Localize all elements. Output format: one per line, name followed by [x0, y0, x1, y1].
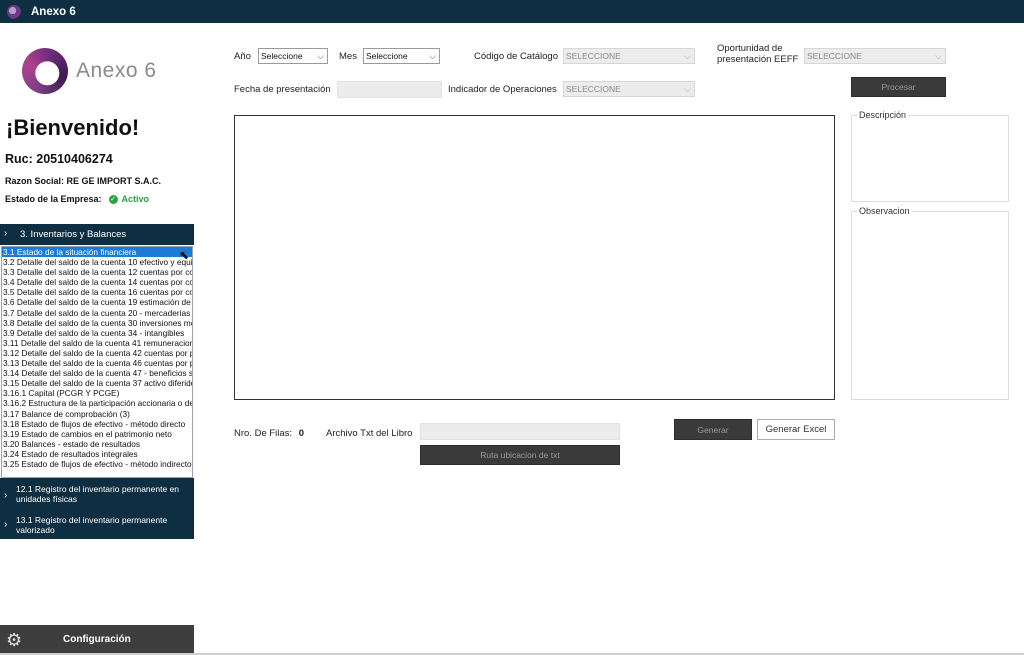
dropdown-arrow-icon: ⌵ — [429, 51, 436, 61]
list-item[interactable]: 3.24 Estado de resultados integrales — [2, 449, 192, 459]
dropdown-arrow-icon: ⌵ — [935, 51, 942, 61]
chevron-right-icon: › — [4, 519, 8, 530]
accordion-registro-unidades[interactable]: › 12.1 Registro del inventario permanent… — [0, 478, 194, 511]
list-item[interactable]: 3.9 Detalle del saldo de la cuenta 34 - … — [2, 328, 192, 338]
observacion-label: Observacion — [857, 206, 912, 216]
list-item[interactable]: 3.4 Detalle del saldo de la cuenta 14 cu… — [2, 277, 192, 287]
catalogo-label: Código de Catálogo — [474, 51, 558, 62]
catalogo-value: SELECCIONE — [566, 51, 621, 61]
archivo-input[interactable] — [420, 423, 620, 440]
estado-label: Estado de la Empresa: — [5, 194, 102, 204]
list-item[interactable]: 3.5 Detalle del saldo de la cuenta 16 cu… — [2, 287, 192, 297]
window-title: Anexo 6 — [31, 5, 76, 18]
welcome-heading: ¡Bienvenido! — [6, 115, 140, 140]
list-item[interactable]: 3.2 Detalle del saldo de la cuenta 10 ef… — [2, 257, 192, 267]
filas-label-text: Nro. De Filas: — [234, 428, 293, 439]
list-item[interactable]: 3.14 Detalle del saldo de la cuenta 47 -… — [2, 368, 192, 378]
config-button[interactable]: ⚙ Configuración — [0, 625, 194, 655]
accordion-label: 3. Inventarios y Balances — [20, 229, 127, 240]
razon-value: RE GE IMPORT S.A.C. — [66, 176, 162, 186]
list-item[interactable]: 3.17 Balance de comprobación (3) — [2, 409, 192, 419]
accordion-registro-valorizado[interactable]: › 13.1 Registro del inventario permanent… — [0, 511, 194, 539]
oportunidad-label: Oportunidad de presentación EEFF — [717, 43, 798, 65]
accordion-inventarios[interactable]: › 3. Inventarios y Balances — [0, 224, 194, 245]
generar-button[interactable]: Generar — [674, 419, 752, 440]
results-grid[interactable] — [234, 115, 835, 400]
list-item[interactable]: 3.11 Detalle del saldo de la cuenta 41 r… — [2, 338, 192, 348]
oportunidad-label-line1: Oportunidad de — [717, 43, 783, 54]
config-label: Configuración — [63, 634, 131, 645]
list-item[interactable]: 3.18 Estado de flujos de efectivo - méto… — [2, 419, 192, 429]
status-badge: ✓ Activo — [108, 194, 150, 204]
razon-label: Razon Social: — [5, 176, 65, 186]
razon-social: Razon Social: RE GE IMPORT S.A.C. — [5, 176, 161, 186]
dropdown-arrow-icon: ⌵ — [317, 51, 324, 61]
list-item[interactable]: 3.1 Estado de la situación financiera — [2, 247, 192, 258]
oportunidad-select[interactable]: SELECCIONE ⌵ — [804, 48, 946, 64]
estado-value: Activo — [121, 194, 150, 204]
list-item[interactable]: 3.20 Balances - estado de resultados — [2, 439, 192, 449]
mouse-cursor-icon: ⬉ — [179, 248, 190, 262]
list-item[interactable]: 3.25 Estado de flujos de efectivo - méto… — [2, 459, 192, 469]
indicador-select[interactable]: SELECCIONE ⌵ — [563, 81, 695, 97]
brand-name: Anexo 6 — [76, 59, 157, 82]
list-item[interactable]: 3.12 Detalle del saldo de la cuenta 42 c… — [2, 348, 192, 358]
procesar-button[interactable]: Procesar — [851, 77, 946, 97]
chevron-right-icon: › — [4, 228, 8, 239]
app-logo-icon — [7, 4, 21, 19]
observacion-group: Observacion — [851, 206, 1009, 400]
title-bar: Anexo 6 — [0, 0, 1024, 23]
oportunidad-label-line2: presentación EEFF — [717, 54, 799, 65]
list-item[interactable]: 3.15 Detalle del saldo de la cuenta 37 a… — [2, 378, 192, 388]
indicador-value: SELECCIONE — [566, 84, 621, 94]
fecha-input[interactable] — [337, 81, 442, 98]
list-item[interactable]: 3.7 Detalle del saldo de la cuenta 20 - … — [2, 308, 192, 318]
brand-logo-icon — [22, 48, 68, 94]
filas-label: Nro. De Filas: 0 — [234, 428, 304, 439]
archivo-label: Archivo Txt del Libro — [326, 428, 413, 439]
check-circle-icon: ✓ — [108, 194, 118, 204]
indicador-label: Indicador de Operaciones — [448, 84, 557, 95]
oportunidad-value: SELECCIONE — [807, 51, 862, 61]
accordion-label: 13.1 Registro del inventario permanente … — [16, 515, 168, 535]
filas-count: 0 — [298, 428, 305, 439]
list-item[interactable]: 3.13 Detalle del saldo de la cuenta 46 c… — [2, 358, 192, 368]
list-item[interactable]: 3.8 Detalle del saldo de la cuenta 30 in… — [2, 318, 192, 328]
report-list[interactable]: 3.1 Estado de la situación financiera 3.2… — [1, 246, 193, 478]
anio-value: Seleccione — [261, 51, 303, 61]
list-item[interactable]: 3.16.1 Capital (PCGR Y PCGE) — [2, 388, 192, 398]
list-item[interactable]: 3.16.2 Estructura de la participación ac… — [2, 398, 192, 408]
list-item[interactable]: 3.3 Detalle del saldo de la cuenta 12 cu… — [2, 267, 192, 277]
descripcion-label: Descripción — [857, 110, 909, 120]
ruc-text: Ruc: 20510406274 — [5, 152, 113, 166]
catalogo-select[interactable]: SELECCIONE ⌵ — [563, 48, 695, 64]
sidebar: Anexo 6 ¡Bienvenido! Ruc: 20510406274 Ra… — [0, 23, 194, 655]
generar-excel-button[interactable]: Generar Excel — [757, 419, 835, 440]
list-item[interactable]: 3.6 Detalle del saldo de la cuenta 19 es… — [2, 297, 192, 307]
mes-label: Mes — [339, 51, 357, 62]
ruta-button[interactable]: Ruta ubicacion de txt — [420, 445, 620, 465]
anio-label: Año — [234, 51, 251, 62]
descripcion-group: Descripción — [851, 110, 1009, 202]
anio-select[interactable]: Seleccione ⌵ — [258, 48, 328, 64]
chevron-right-icon: › — [4, 490, 8, 501]
accordion-label: 12.1 Registro del inventario permanente … — [16, 484, 180, 504]
estado-empresa: Estado de la Empresa: ✓ Activo — [5, 194, 149, 204]
brand: Anexo 6 — [22, 48, 172, 94]
dropdown-arrow-icon: ⌵ — [684, 51, 691, 61]
fecha-label: Fecha de presentación — [234, 84, 331, 95]
gear-icon: ⚙ — [6, 630, 23, 650]
mes-value: Seleccione — [366, 51, 408, 61]
dropdown-arrow-icon: ⌵ — [684, 84, 691, 94]
mes-select[interactable]: Seleccione ⌵ — [363, 48, 440, 64]
list-item[interactable]: 3.19 Estado de cambios en el patrimonio … — [2, 429, 192, 439]
